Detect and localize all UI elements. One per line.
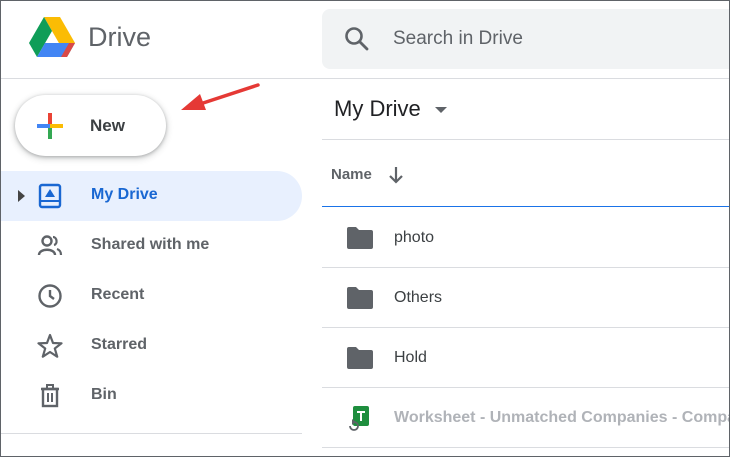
chevron-down-icon[interactable]: [435, 107, 447, 113]
file-row-photo[interactable]: photo: [322, 208, 729, 268]
column-header-name[interactable]: Name: [331, 166, 372, 183]
annotation-arrow-icon: [181, 83, 260, 110]
search-bar[interactable]: Search in Drive: [322, 9, 729, 69]
app-brand-name[interactable]: Drive: [88, 22, 151, 53]
title-divider: [322, 139, 729, 140]
sidebar-item-starred[interactable]: Starred: [1, 321, 302, 371]
new-button-label: New: [90, 116, 125, 135]
drive-window: Drive Search in Drive New My Drive Share…: [0, 0, 730, 457]
column-header-underline: [322, 206, 729, 207]
descending-arrow-icon[interactable]: [387, 165, 405, 185]
sidebar-divider: [1, 433, 302, 434]
file-row-others[interactable]: Others: [322, 268, 729, 328]
sidebar-item-recent[interactable]: Recent: [1, 271, 302, 321]
file-name: Hold: [394, 349, 427, 366]
sidebar-item-my-drive[interactable]: My Drive: [1, 171, 302, 221]
sidebar-item-shared-with-me[interactable]: Shared with me: [1, 221, 302, 271]
star-icon: [37, 333, 63, 358]
people-icon: [37, 235, 63, 256]
search-icon[interactable]: [344, 26, 370, 52]
folder-icon: [347, 227, 373, 249]
sheets-convert-icon: [349, 406, 369, 431]
sidebar-item-label: My Drive: [91, 186, 158, 203]
search-input[interactable]: Search in Drive: [393, 28, 523, 50]
expand-caret-icon[interactable]: [18, 190, 25, 202]
file-name: Others: [394, 289, 443, 306]
top-header: Drive Search in Drive: [1, 1, 729, 79]
google-drive-logo-icon[interactable]: [29, 17, 75, 59]
sidebar-item-label: Starred: [91, 336, 148, 353]
page-title[interactable]: My Drive: [334, 96, 421, 122]
sidebar-item-label: Shared with me: [91, 236, 210, 253]
sidebar-item-label: Bin: [91, 386, 117, 403]
folder-icon: [347, 347, 373, 369]
folder-icon: [347, 287, 373, 309]
file-name: photo: [394, 229, 435, 246]
trash-icon: [41, 384, 59, 408]
clock-icon: [38, 284, 62, 308]
file-row-hold[interactable]: Hold: [322, 328, 729, 388]
plus-icon: [37, 113, 63, 139]
sidebar-item-bin[interactable]: Bin: [1, 371, 302, 421]
sidebar-item-label: Recent: [91, 286, 145, 303]
new-button[interactable]: New: [15, 95, 166, 156]
file-row-worksheet[interactable]: Worksheet - Unmatched Companies - Compan: [322, 388, 730, 448]
file-name: Worksheet - Unmatched Companies - Compan: [394, 409, 730, 426]
my-drive-icon: [38, 183, 62, 209]
